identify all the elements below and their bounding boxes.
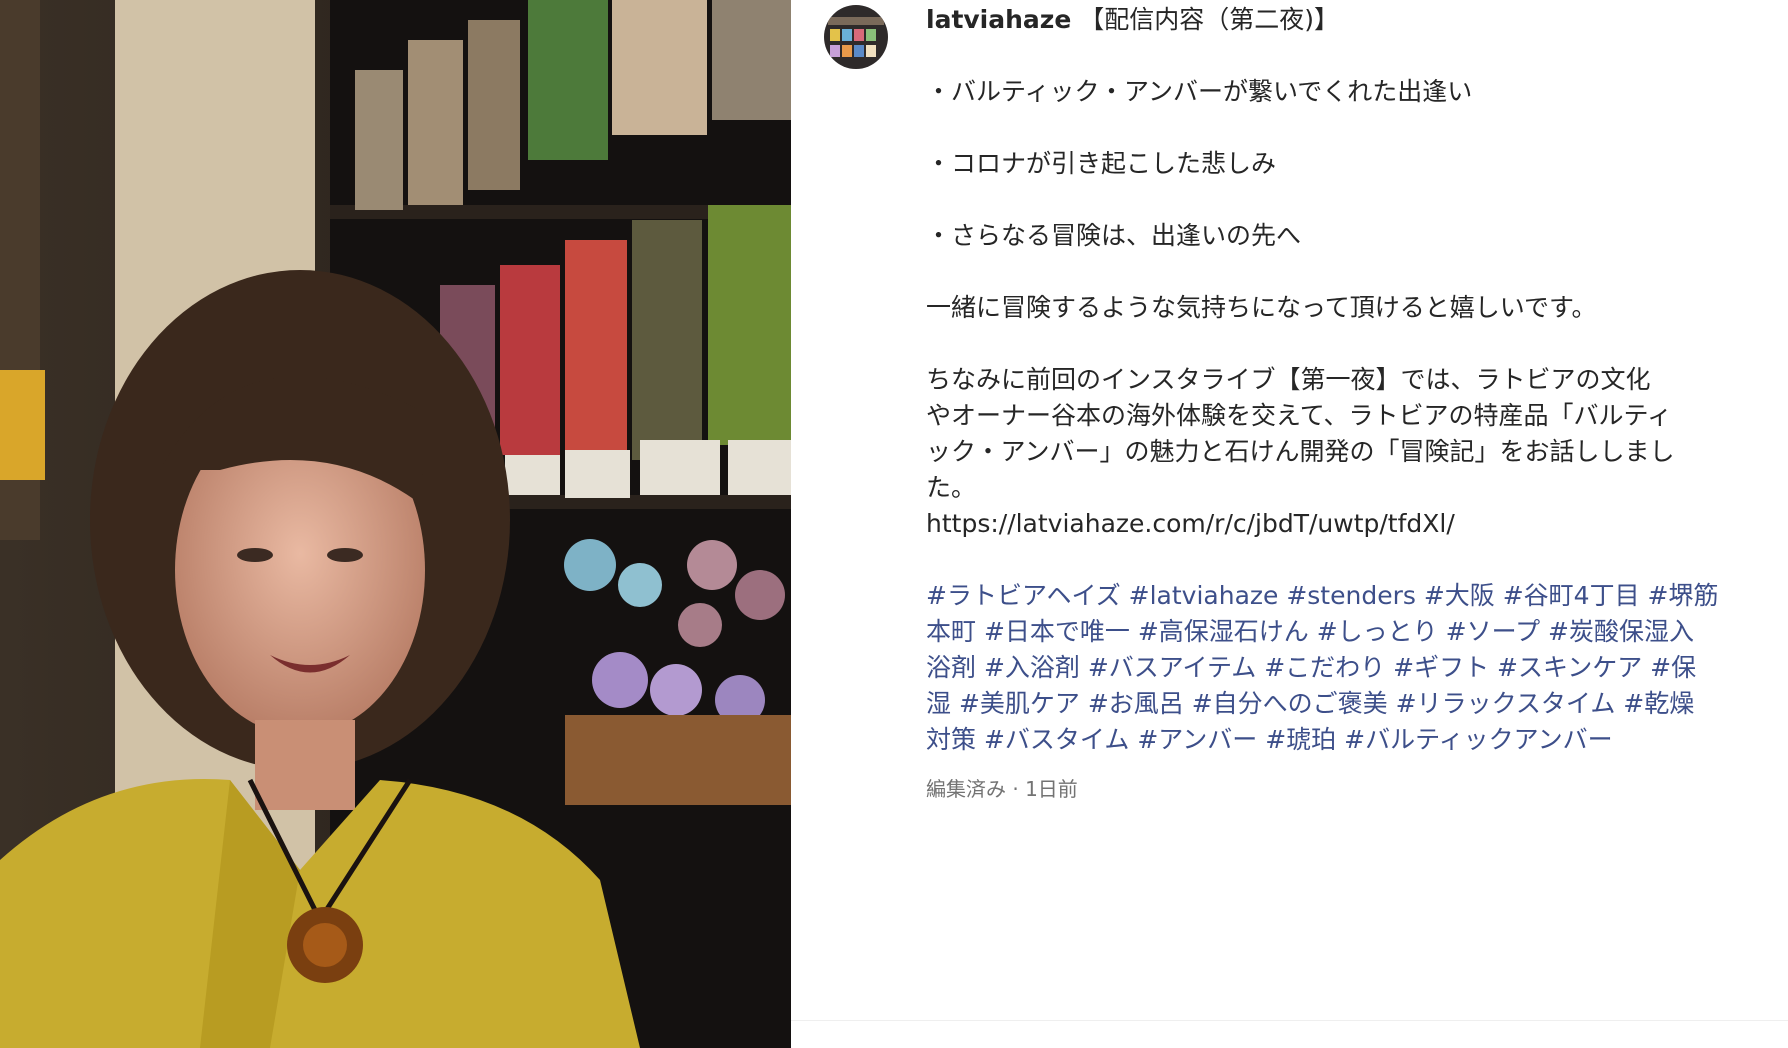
post-caption-pane: latviahaze 【配信内容（第二夜)】 ・バルティック・アンバーが繋いでく… xyxy=(791,0,1788,1048)
edited-label: 編集済み xyxy=(926,777,1006,801)
caption-paragraph-line: やオーナー谷本の海外体験を交えて、ラトビアの特産品「バルティ xyxy=(926,401,1673,430)
meta-separator: · xyxy=(1006,777,1026,801)
caption-paragraph-line: ック・アンバー」の魅力と石けん開発の「冒険記」をお話ししまし xyxy=(926,437,1675,466)
hashtag-line[interactable]: 湿 #美肌ケア #お風呂 #自分へのご褒美 #リラックスタイム #乾燥 xyxy=(926,689,1694,718)
hashtag-line[interactable]: #ラトビアヘイズ #latviahaze #stenders #大阪 #谷町4丁… xyxy=(926,581,1718,610)
divider xyxy=(791,1020,1788,1021)
caption-bullet: ・さらなる冒険は、出逢いの先へ xyxy=(926,221,1302,250)
post-meta: 編集済み · 1日前 xyxy=(926,773,1078,802)
video-thumbnail[interactable] xyxy=(0,0,791,1048)
hashtag-line[interactable]: 対策 #バスタイム #アンバー #琥珀 #バルティックアンバー xyxy=(926,725,1613,754)
hashtag-line[interactable]: 本町 #日本で唯一 #高保湿石けん #しっとり #ソープ #炭酸保湿入 xyxy=(926,617,1694,646)
hashtag-line[interactable]: 浴剤 #入浴剤 #バスアイテム #こだわり #ギフト #スキンケア #保 xyxy=(926,653,1696,682)
video-frame-image xyxy=(0,0,791,1048)
caption-header: latviahaze 【配信内容（第二夜)】 xyxy=(926,2,1778,38)
avatar-image xyxy=(824,5,888,69)
hashtag-list: #ラトビアヘイズ #latviahaze #stenders #大阪 #谷町4丁… xyxy=(926,578,1778,758)
post-timestamp[interactable]: 1日前 xyxy=(1025,777,1078,801)
caption-bullet: ・コロナが引き起こした悲しみ xyxy=(926,149,1277,178)
caption-bullet: ・バルティック・アンバーが繋いでくれた出逢い xyxy=(926,77,1473,106)
username-link[interactable]: latviahaze xyxy=(926,5,1071,34)
profile-avatar[interactable] xyxy=(824,5,888,69)
caption-text: latviahaze 【配信内容（第二夜)】 ・バルティック・アンバーが繋いでく… xyxy=(926,2,1778,758)
caption-paragraph-line: た。 xyxy=(926,473,977,502)
caption-paragraph-line: ちなみに前回のインスタライブ【第一夜】では、ラトビアの文化 xyxy=(926,365,1651,394)
caption-url-link[interactable]: https://latviahaze.com/r/c/jbdT/uwtp/tfd… xyxy=(926,509,1455,538)
caption-closing: 一緒に冒険するような気持ちになって頂けると嬉しいです。 xyxy=(926,293,1597,322)
caption-title: 【配信内容（第二夜)】 xyxy=(1071,5,1340,34)
